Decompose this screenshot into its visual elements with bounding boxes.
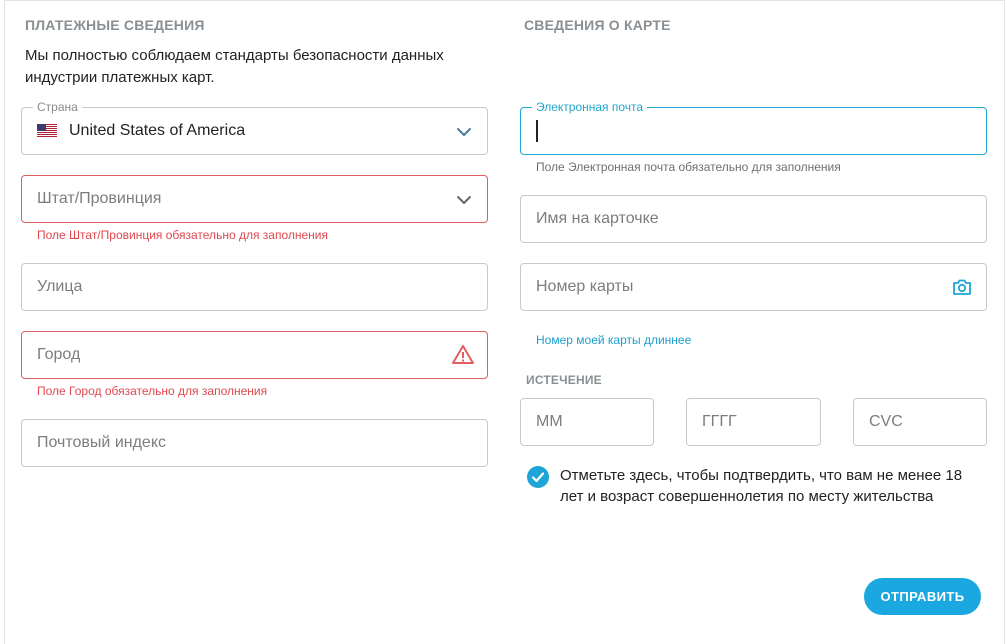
cvc-input[interactable]: CVC xyxy=(853,398,987,446)
cvc-placeholder: CVC xyxy=(869,413,903,430)
age-confirm-label: Отметьте здесь, чтобы подтвердить, что в… xyxy=(560,467,963,505)
billing-section-title: ПЛАТЕЖНЫЕ СВЕДЕНИЯ xyxy=(25,17,205,33)
state-error-message: Поле Штат/Провинция обязательно для запо… xyxy=(37,228,328,242)
card-number-input[interactable]: Номер карты xyxy=(520,263,987,311)
us-flag-icon xyxy=(37,124,57,137)
state-placeholder: Штат/Провинция xyxy=(37,190,162,207)
checkmark-icon xyxy=(531,472,545,483)
expiry-year-input[interactable]: ГГГГ xyxy=(686,398,821,446)
chevron-down-icon[interactable] xyxy=(455,123,473,141)
country-select[interactable]: Страна United States of America xyxy=(21,100,488,155)
expiry-month-placeholder: ММ xyxy=(536,413,563,430)
text-cursor xyxy=(536,120,538,142)
name-on-card-placeholder: Имя на карточке xyxy=(536,210,659,227)
postal-code-input[interactable]: Почтовый индекс xyxy=(21,419,488,467)
card-section-title: СВЕДЕНИЯ О КАРТЕ xyxy=(524,17,671,33)
email-legend: Электронная почта xyxy=(532,100,648,114)
country-value: United States of America xyxy=(69,122,246,139)
state-select[interactable]: Штат/Провинция xyxy=(21,175,488,223)
street-input[interactable]: Улица xyxy=(21,263,488,311)
expiry-year-placeholder: ГГГГ xyxy=(702,413,737,430)
name-on-card-input[interactable]: Имя на карточке xyxy=(520,195,987,243)
country-legend: Страна xyxy=(33,100,82,114)
billing-intro-text: Мы полностью соблюдаем стандарты безопас… xyxy=(25,47,444,86)
warning-icon xyxy=(451,343,475,367)
city-placeholder: Город xyxy=(37,346,81,363)
street-placeholder: Улица xyxy=(37,278,83,295)
age-confirm-checkbox[interactable] xyxy=(527,466,549,488)
chevron-down-icon[interactable] xyxy=(455,191,473,209)
email-hint-message: Поле Электронная почта обязательно для з… xyxy=(536,160,841,174)
postal-placeholder: Почтовый индекс xyxy=(37,434,166,451)
city-error-message: Поле Город обязательно для заполнения xyxy=(37,384,268,398)
longer-card-number-link[interactable]: Номер моей карты длиннее xyxy=(536,333,691,347)
expiry-month-input[interactable]: ММ xyxy=(520,398,654,446)
city-input[interactable]: Город xyxy=(21,331,488,379)
expiry-section-title: ИСТЕЧЕНИЕ xyxy=(526,373,602,387)
submit-button[interactable]: ОТПРАВИТЬ xyxy=(864,578,981,615)
camera-icon[interactable] xyxy=(950,275,974,299)
card-number-placeholder: Номер карты xyxy=(536,278,634,295)
payment-form-frame xyxy=(4,0,1005,644)
email-input[interactable]: Электронная почта xyxy=(520,100,987,155)
